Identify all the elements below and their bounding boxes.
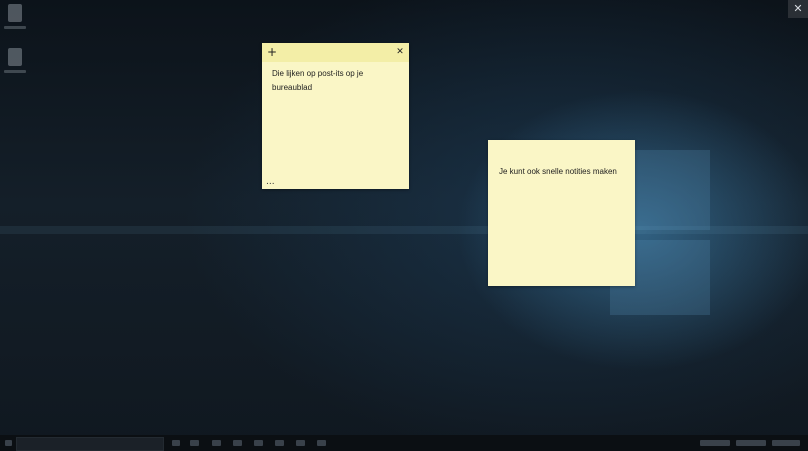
start-icon[interactable] (5, 440, 12, 446)
taskbar-app-icon[interactable] (190, 440, 199, 446)
taskbar-app-icon[interactable] (296, 440, 305, 446)
desktop-icon-recycle-bin[interactable] (1, 4, 29, 38)
sticky-note-1[interactable]: + ✕ Die lijken op post-its op je bureaub… (262, 43, 409, 189)
note-header[interactable]: + ✕ (262, 43, 409, 62)
sticky-note-2[interactable]: Je kunt ook snelle notities maken (488, 140, 635, 286)
taskbar-app-icon[interactable] (275, 440, 284, 446)
taskbar (0, 435, 808, 451)
search-box[interactable] (16, 437, 164, 451)
note-menu-icon[interactable]: ... (266, 178, 275, 187)
taskbar-app-icon[interactable] (212, 440, 221, 446)
window-close-button[interactable]: ✕ (788, 0, 808, 18)
note-text-line: bureaublad (272, 83, 313, 92)
add-note-icon[interactable]: + (263, 43, 281, 62)
note-text-line: Die lijken op post-its op je (272, 69, 364, 78)
note-text[interactable]: Die lijken op post-its op je bureaublad (262, 62, 409, 95)
close-note-icon[interactable]: ✕ (391, 43, 409, 62)
recycle-bin-icon (8, 4, 22, 22)
tray-icon[interactable] (700, 440, 730, 446)
taskbar-app-icon[interactable] (254, 440, 263, 446)
taskbar-app-icon[interactable] (233, 440, 242, 446)
taskbar-app-icon[interactable] (317, 440, 326, 446)
taskview-icon[interactable] (172, 440, 180, 446)
clock[interactable] (772, 440, 800, 446)
desktop-icon-file[interactable] (1, 48, 29, 82)
tray-icon[interactable] (736, 440, 766, 446)
note-text[interactable]: Je kunt ook snelle notities maken (488, 140, 635, 179)
file-icon (8, 48, 22, 66)
